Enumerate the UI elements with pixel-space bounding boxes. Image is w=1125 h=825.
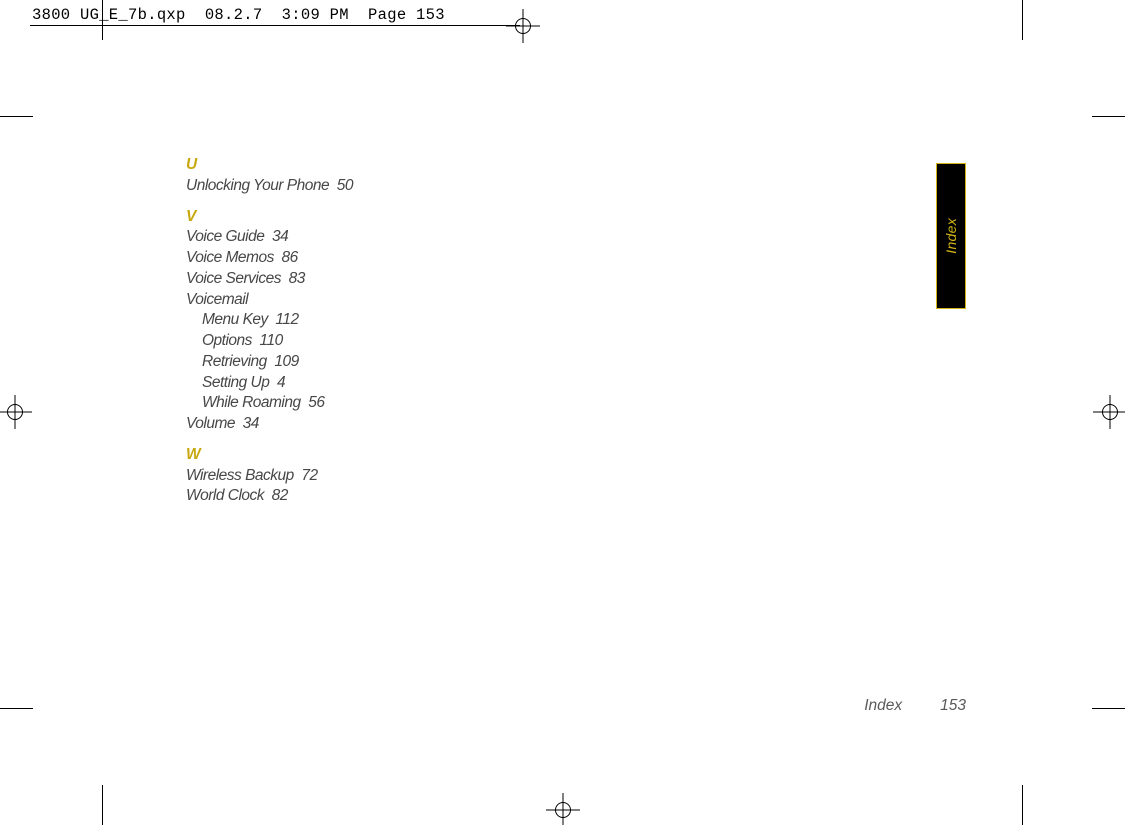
index-entry: Unlocking Your Phone 50 [186, 176, 966, 197]
registration-target-icon [548, 795, 578, 825]
footer-page-number: 153 [940, 697, 966, 714]
index-subentry: Setting Up 4 [186, 373, 966, 394]
registration-target-icon [508, 11, 538, 41]
index-subentry: Options 110 [186, 331, 966, 352]
index-entry: Volume 34 [186, 414, 966, 435]
page-footer: Index 153 [864, 697, 966, 715]
index-section-letter: W [186, 445, 966, 466]
side-tab-label: Index [943, 218, 959, 254]
index-section-letter: U [186, 155, 966, 176]
index-section-letter: V [186, 207, 966, 228]
index-subentry: Menu Key 112 [186, 310, 966, 331]
page-content: U Unlocking Your Phone 50 V Voice Guide … [186, 155, 966, 715]
index-subentry: While Roaming 56 [186, 393, 966, 414]
index-entry: Voice Memos 86 [186, 248, 966, 269]
index-entry: Voicemail [186, 290, 966, 311]
slug-line: 3800 UG_E_7b.qxp 08.2.7 3:09 PM Page 153 [32, 6, 445, 24]
registration-target-icon [0, 397, 30, 427]
index-entry: World Clock 82 [186, 486, 966, 507]
index-entry: Voice Services 83 [186, 269, 966, 290]
index-subentry: Retrieving 109 [186, 352, 966, 373]
index-entry: Wireless Backup 72 [186, 466, 966, 487]
side-tab-index: Index [936, 163, 966, 309]
slug-rule [30, 25, 520, 26]
registration-target-icon [1095, 397, 1125, 427]
index-entry: Voice Guide 34 [186, 227, 966, 248]
footer-section-label: Index [864, 697, 902, 714]
index-column: U Unlocking Your Phone 50 V Voice Guide … [186, 155, 966, 507]
